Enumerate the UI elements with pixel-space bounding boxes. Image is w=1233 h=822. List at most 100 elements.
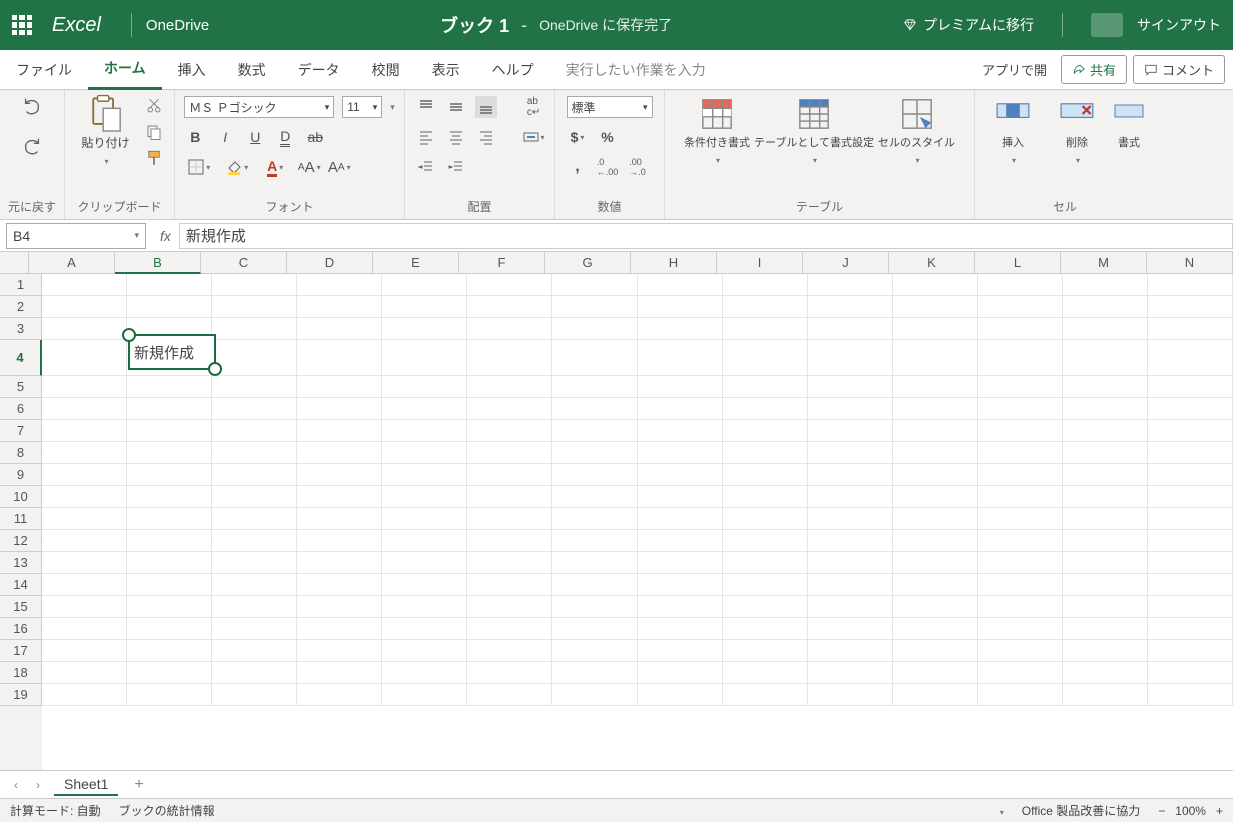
insert-cells-button[interactable]: 挿入 [983, 96, 1043, 166]
cell-M17[interactable] [1063, 640, 1148, 662]
cell-H7[interactable] [638, 420, 723, 442]
comment-button[interactable]: コメント [1133, 55, 1225, 84]
conditional-format-button[interactable]: 条件付き書式 [684, 96, 750, 166]
percent-button[interactable]: % [597, 126, 619, 148]
cell-C15[interactable] [212, 596, 297, 618]
cell-D2[interactable] [297, 296, 382, 318]
tab-data[interactable]: データ [282, 50, 356, 90]
cell-H16[interactable] [638, 618, 723, 640]
cell-M14[interactable] [1063, 574, 1148, 596]
cell-E10[interactable] [382, 486, 467, 508]
cell-H12[interactable] [638, 530, 723, 552]
cell-I19[interactable] [723, 684, 808, 706]
cell-G13[interactable] [552, 552, 637, 574]
cell-D19[interactable] [297, 684, 382, 706]
cell-C19[interactable] [212, 684, 297, 706]
cell-I11[interactable] [723, 508, 808, 530]
cell-F19[interactable] [467, 684, 552, 706]
cell-B12[interactable] [127, 530, 212, 552]
cell-B18[interactable] [127, 662, 212, 684]
cell-M9[interactable] [1063, 464, 1148, 486]
row-header-15[interactable]: 15 [0, 596, 42, 618]
cell-J9[interactable] [808, 464, 893, 486]
col-header-D[interactable]: D [287, 252, 373, 274]
cell-M6[interactable] [1063, 398, 1148, 420]
cell-B11[interactable] [127, 508, 212, 530]
col-header-L[interactable]: L [975, 252, 1061, 274]
cell-L19[interactable] [978, 684, 1063, 706]
cell-J4[interactable] [808, 340, 893, 376]
cell-A8[interactable] [42, 442, 127, 464]
cell-C11[interactable] [212, 508, 297, 530]
cell-H17[interactable] [638, 640, 723, 662]
align-middle-button[interactable] [445, 96, 467, 118]
cell-B10[interactable] [127, 486, 212, 508]
cell-J2[interactable] [808, 296, 893, 318]
cut-button[interactable] [144, 96, 164, 116]
row-header-18[interactable]: 18 [0, 662, 42, 684]
cell-A13[interactable] [42, 552, 127, 574]
undo-button[interactable] [21, 96, 43, 118]
cell-N4[interactable] [1148, 340, 1233, 376]
cell-A4[interactable] [42, 340, 127, 376]
cell-A5[interactable] [42, 376, 127, 398]
cell-A3[interactable] [42, 318, 127, 340]
cell-K16[interactable] [893, 618, 978, 640]
cell-K18[interactable] [893, 662, 978, 684]
align-top-button[interactable] [415, 96, 437, 118]
cell-C5[interactable] [212, 376, 297, 398]
cell-K4[interactable] [893, 340, 978, 376]
doc-title[interactable]: ブック 1 [440, 12, 509, 38]
cell-C2[interactable] [212, 296, 297, 318]
cell-M15[interactable] [1063, 596, 1148, 618]
cell-E7[interactable] [382, 420, 467, 442]
cell-M8[interactable] [1063, 442, 1148, 464]
calc-mode-label[interactable]: 計算モード: 自動 [10, 802, 101, 819]
cell-E4[interactable] [382, 340, 467, 376]
cell-N16[interactable] [1148, 618, 1233, 640]
cell-A14[interactable] [42, 574, 127, 596]
cell-N14[interactable] [1148, 574, 1233, 596]
cell-C8[interactable] [212, 442, 297, 464]
cell-J17[interactable] [808, 640, 893, 662]
cell-E16[interactable] [382, 618, 467, 640]
cell-M2[interactable] [1063, 296, 1148, 318]
cell-E3[interactable] [382, 318, 467, 340]
row-header-9[interactable]: 9 [0, 464, 42, 486]
cell-G4[interactable] [552, 340, 637, 376]
fill-color-button[interactable] [222, 156, 252, 178]
cell-L16[interactable] [978, 618, 1063, 640]
cell-H13[interactable] [638, 552, 723, 574]
cell-A1[interactable] [42, 274, 127, 296]
cell-K14[interactable] [893, 574, 978, 596]
col-header-M[interactable]: M [1061, 252, 1147, 274]
cell-G19[interactable] [552, 684, 637, 706]
cell-K2[interactable] [893, 296, 978, 318]
cell-G9[interactable] [552, 464, 637, 486]
col-header-C[interactable]: C [201, 252, 287, 274]
cell-H1[interactable] [638, 274, 723, 296]
cell-I1[interactable] [723, 274, 808, 296]
underline-button[interactable]: U [244, 126, 266, 148]
cell-F3[interactable] [467, 318, 552, 340]
cell-G16[interactable] [552, 618, 637, 640]
cell-B2[interactable] [127, 296, 212, 318]
cell-K1[interactable] [893, 274, 978, 296]
cell-D14[interactable] [297, 574, 382, 596]
cell-K11[interactable] [893, 508, 978, 530]
decrease-indent-button[interactable] [415, 156, 437, 178]
cell-I15[interactable] [723, 596, 808, 618]
cell-N17[interactable] [1148, 640, 1233, 662]
cell-J10[interactable] [808, 486, 893, 508]
cell-C18[interactable] [212, 662, 297, 684]
cell-J8[interactable] [808, 442, 893, 464]
cell-N19[interactable] [1148, 684, 1233, 706]
cell-I7[interactable] [723, 420, 808, 442]
row-header-17[interactable]: 17 [0, 640, 42, 662]
tab-file[interactable]: ファイル [0, 50, 88, 90]
app-launcher-icon[interactable] [12, 15, 32, 35]
format-as-table-button[interactable]: テーブルとして書式設定 [754, 96, 874, 166]
cell-D17[interactable] [297, 640, 382, 662]
row-header-8[interactable]: 8 [0, 442, 42, 464]
cell-D9[interactable] [297, 464, 382, 486]
